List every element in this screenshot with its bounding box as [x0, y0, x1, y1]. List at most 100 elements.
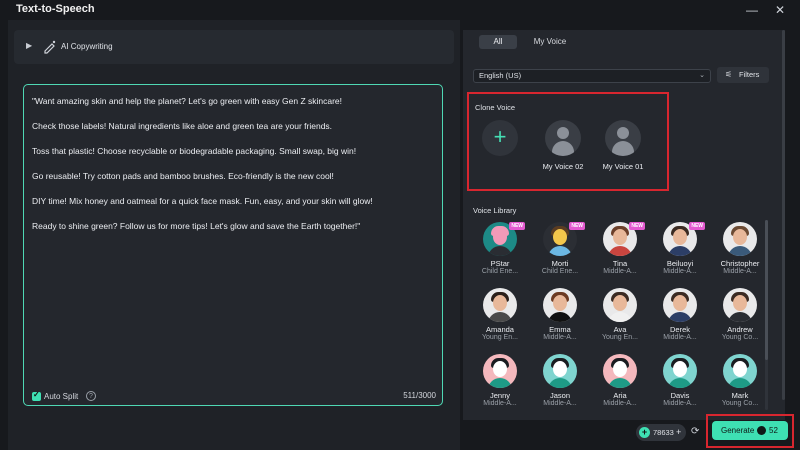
- ai-copywriting-row[interactable]: ▶ AI Copywriting: [14, 30, 454, 64]
- voice-name: Morti: [551, 259, 569, 268]
- voice-library-item[interactable]: NEW Beiluoyi Middle-A...: [653, 222, 707, 275]
- close-icon[interactable]: ✕: [772, 2, 788, 18]
- clone-voice-item[interactable]: My Voice 01: [595, 120, 651, 171]
- voice-library-item[interactable]: Davis Middle-A...: [653, 354, 707, 407]
- avatar: [603, 288, 637, 322]
- clone-voice-item[interactable]: My Voice 02: [535, 120, 591, 171]
- generate-button[interactable]: Generate 52: [712, 421, 788, 440]
- voice-name: Beiluoyi: [666, 259, 694, 268]
- voice-name: Christopher: [720, 259, 760, 268]
- script-editor[interactable]: "Want amazing skin and help the planet? …: [23, 84, 443, 406]
- auto-split-checkbox[interactable]: [32, 390, 41, 401]
- avatar: [543, 354, 577, 388]
- voice-name: Aria: [613, 391, 627, 400]
- footer-bar: + 78633 + ⟳ Generate 52: [0, 414, 800, 450]
- voice-library-item[interactable]: Jenny Middle-A...: [473, 354, 527, 407]
- voice-library-item[interactable]: Aria Middle-A...: [593, 354, 647, 407]
- generate-cost: 52: [769, 426, 778, 435]
- voice-description: Middle-A...: [483, 400, 517, 407]
- voice-library-item[interactable]: Amanda Young En...: [473, 288, 527, 341]
- voice-name: Amanda: [486, 325, 514, 334]
- pen-sparkle-icon: [44, 40, 56, 54]
- add-clone-voice-button[interactable]: +: [477, 120, 523, 156]
- voice-name: Davis: [670, 391, 690, 400]
- chevron-right-icon: ▶: [26, 41, 33, 50]
- avatar: [663, 354, 697, 388]
- avatar: [723, 222, 757, 256]
- filters-label: Filters: [739, 70, 760, 79]
- avatar: [483, 354, 517, 388]
- voice-name: Jason: [549, 391, 570, 400]
- plus-icon: +: [493, 124, 507, 149]
- clone-voice-name: My Voice 02: [542, 162, 584, 171]
- voice-name: Derek: [669, 325, 690, 334]
- panel-scrollbar[interactable]: [782, 30, 785, 400]
- voice-library-item[interactable]: Andrew Young Co...: [713, 288, 765, 341]
- add-circle[interactable]: +: [482, 120, 518, 156]
- generate-highlight: Generate 52: [706, 414, 794, 448]
- voice-library-item[interactable]: NEW Tina Middle-A...: [593, 222, 647, 275]
- clone-voice-section: Clone Voice + My Voice 02 My Voice 01: [467, 92, 669, 191]
- voice-library-item[interactable]: Mark Young Co...: [713, 354, 765, 407]
- voice-library-item[interactable]: Derek Middle-A...: [653, 288, 707, 341]
- language-select[interactable]: English (US) ⌄: [473, 69, 711, 83]
- voice-description: Middle-A...: [723, 268, 757, 275]
- avatar: [543, 288, 577, 322]
- voice-description: Child Ene...: [481, 268, 519, 275]
- script-text[interactable]: "Want amazing skin and help the planet? …: [32, 95, 432, 245]
- voice-description: Middle-A...: [663, 400, 697, 407]
- voice-name: Tina: [612, 259, 628, 268]
- script-panel: ▶ AI Copywriting "Want amazing skin and …: [8, 20, 460, 450]
- voice-panel: All My Voice English (US) ⌄ ⚟ Filters Cl…: [463, 30, 785, 420]
- window-title: Text-to-Speech: [16, 3, 95, 15]
- script-paragraph: "Want amazing skin and help the planet? …: [32, 96, 343, 106]
- character-counter: 511/3000: [403, 391, 436, 400]
- library-scrollbar-thumb[interactable]: [765, 220, 768, 360]
- avatar: [723, 354, 757, 388]
- script-paragraph: Check those labels! Natural ingredients …: [32, 121, 333, 131]
- voice-name: Andrew: [727, 325, 753, 334]
- avatar: [663, 288, 697, 322]
- plus-icon[interactable]: +: [676, 424, 681, 441]
- voice-description: Middle-A...: [543, 334, 577, 341]
- voice-description: Middle-A...: [663, 268, 697, 275]
- new-badge: NEW: [689, 222, 705, 230]
- voice-description: Young En...: [602, 334, 638, 341]
- clone-voice-title: Clone Voice: [475, 103, 516, 112]
- auto-split-label: Auto Split: [44, 392, 79, 401]
- ai-copywriting-label: AI Copywriting: [61, 42, 113, 51]
- voice-library-item[interactable]: Christopher Middle-A...: [713, 222, 765, 275]
- voice-name: Ava: [613, 325, 627, 334]
- voice-library-item[interactable]: NEW PStar Child Ene...: [473, 222, 527, 275]
- voice-library-item[interactable]: Emma Middle-A...: [533, 288, 587, 341]
- minimize-icon[interactable]: —: [744, 2, 760, 18]
- credit-coin-icon: [757, 426, 766, 435]
- user-placeholder-icon: [605, 120, 641, 156]
- voice-library-grid: NEW PStar Child Ene... NEW Morti Child Ene...…: [473, 222, 765, 420]
- voice-library-item[interactable]: Jason Middle-A...: [533, 354, 587, 407]
- credits-count: 78633: [653, 428, 674, 437]
- voice-description: Young Co...: [721, 400, 759, 407]
- script-paragraph: Toss that plastic! Choose recyclable or …: [32, 146, 357, 156]
- library-scrollbar[interactable]: [765, 220, 768, 410]
- voice-library-item[interactable]: NEW Morti Child Ene...: [533, 222, 587, 275]
- voice-name: Mark: [731, 391, 749, 400]
- tab-all[interactable]: All: [479, 35, 517, 49]
- voice-description: Middle-A...: [603, 400, 637, 407]
- voice-name: Jenny: [489, 391, 510, 400]
- tab-my-voice[interactable]: My Voice: [527, 35, 573, 49]
- refresh-icon[interactable]: ⟳: [691, 426, 699, 437]
- help-icon[interactable]: ?: [86, 391, 96, 401]
- voice-library-item[interactable]: Ava Young En...: [593, 288, 647, 341]
- new-badge: NEW: [629, 222, 645, 230]
- filters-button[interactable]: ⚟ Filters: [717, 67, 769, 83]
- credits-pill[interactable]: + 78633 +: [636, 424, 686, 441]
- language-value: English (US): [479, 71, 522, 80]
- generate-label: Generate: [721, 426, 755, 435]
- voice-description: Young Co...: [721, 334, 759, 341]
- avatar: [483, 288, 517, 322]
- script-paragraph: DIY time! Mix honey and oatmeal for a qu…: [32, 196, 373, 206]
- user-placeholder-icon: [545, 120, 581, 156]
- voice-description: Middle-A...: [663, 334, 697, 341]
- voice-name: Emma: [549, 325, 571, 334]
